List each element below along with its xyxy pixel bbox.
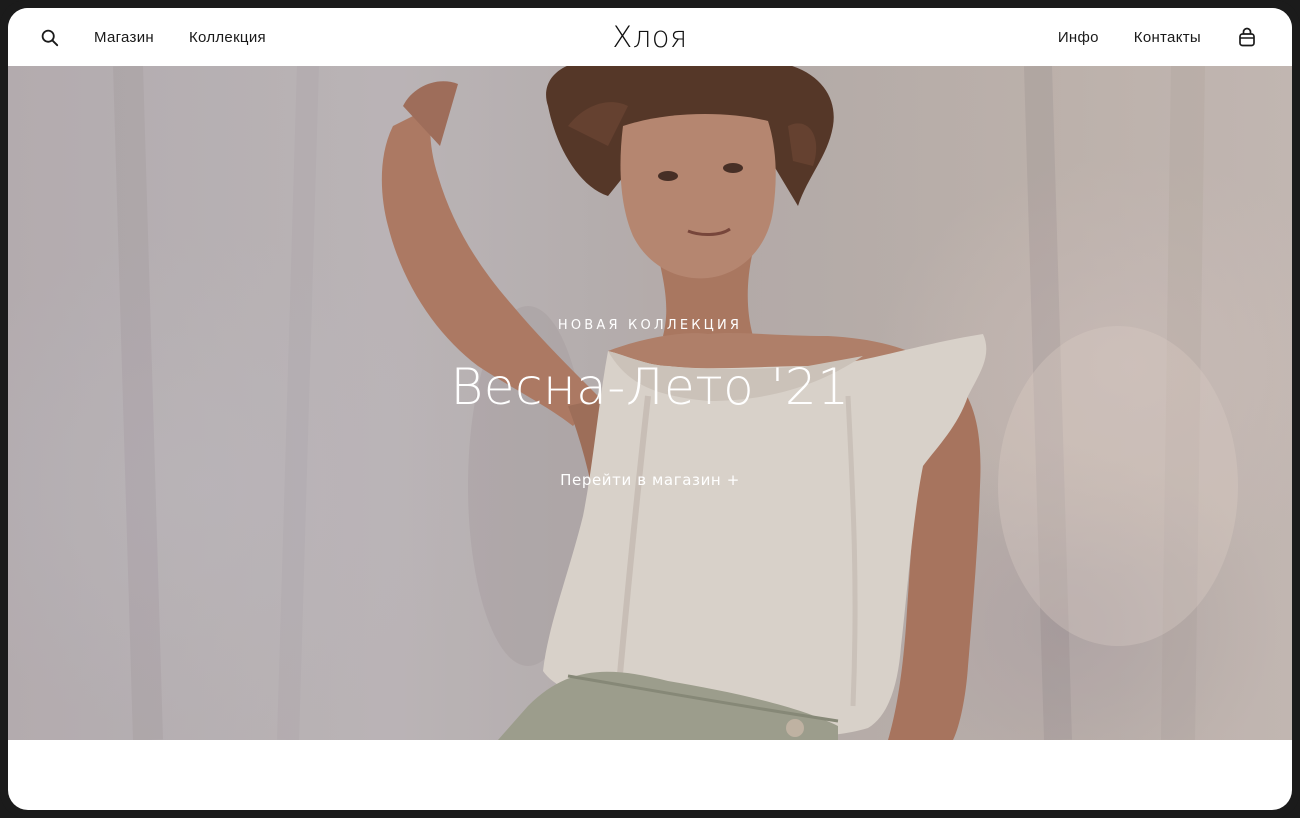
hero-title: Весна-Лето '21 xyxy=(450,358,850,416)
browser-viewport: Магазин Коллекция Хлоя Инфо Контакты НОВ… xyxy=(8,8,1292,810)
shopping-bag-icon[interactable] xyxy=(1238,27,1256,47)
shop-cta-link[interactable]: Перейти в магазин + xyxy=(8,471,1292,489)
nav-info-link[interactable]: Инфо xyxy=(1058,29,1099,46)
device-frame: Магазин Коллекция Хлоя Инфо Контакты НОВ… xyxy=(0,0,1300,818)
hero-banner: НОВАЯ КОЛЛЕКЦИЯ Весна-Лето '21 Перейти в… xyxy=(8,66,1292,740)
hero-eyebrow: НОВАЯ КОЛЛЕКЦИЯ xyxy=(557,318,743,333)
nav-contacts-link[interactable]: Контакты xyxy=(1134,29,1201,46)
site-header: Магазин Коллекция Хлоя Инфо Контакты xyxy=(8,8,1292,66)
header-right-nav: Инфо Контакты xyxy=(1058,8,1256,66)
